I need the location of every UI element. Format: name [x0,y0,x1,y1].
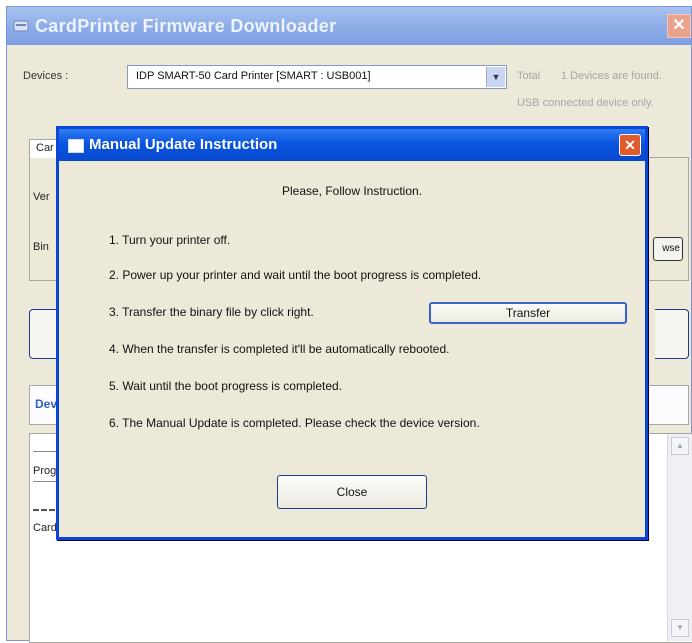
browse-button[interactable]: wse [653,237,683,261]
usb-note: USB connected device only. [517,97,654,109]
close-button[interactable]: Close [277,475,427,509]
chevron-down-icon[interactable]: ▼ [486,67,505,87]
instruction-step-3: 3. Transfer the binary file by click rig… [109,305,314,319]
log-scrollbar[interactable] [667,434,692,641]
devices-found-text: 1 Devices are found. [561,70,662,82]
binary-label: Bin [33,241,49,253]
dialog-title: Manual Update Instruction [89,136,278,153]
instruction-step-1: 1. Turn your printer off. [109,233,231,247]
devices-total-label: Total [517,70,541,82]
window-icon [68,139,84,153]
tab-device[interactable]: Dev [35,397,57,411]
main-close-button[interactable]: ✕ [667,14,691,38]
device-select[interactable]: IDP SMART-50 Card Printer [SMART : USB00… [127,65,507,89]
log-card-line: Card [33,522,57,534]
instruction-step-2: 2. Power up your printer and wait until … [109,268,482,282]
transfer-button[interactable]: Transfer [429,302,627,324]
instruction-step-5: 5. Wait until the boot progress is compl… [109,379,343,393]
app-icon [13,18,29,34]
instruction-step-4: 4. When the transfer is completed it'll … [109,342,450,356]
dialog-heading: Please, Follow Instruction. [281,184,423,198]
main-titlebar[interactable]: CardPrinter Firmware Downloader ✕ [7,7,691,45]
scroll-down-icon[interactable]: ▼ [671,619,689,637]
instruction-step-6: 6. The Manual Update is completed. Pleas… [109,416,480,430]
dialog-close-button[interactable]: ✕ [619,134,641,156]
download-button-right-edge[interactable] [655,309,689,359]
device-select-value: IDP SMART-50 Card Printer [SMART : USB00… [136,70,371,82]
main-window-title: CardPrinter Firmware Downloader [35,16,337,36]
devices-label: Devices : [23,70,69,82]
scroll-up-icon[interactable]: ▲ [671,437,689,455]
manual-update-dialog: Manual Update Instruction ✕ Please, Foll… [56,126,648,540]
dialog-titlebar[interactable]: Manual Update Instruction ✕ [59,129,645,161]
version-label: Ver [33,191,50,203]
log-progress-line: Prog [33,465,57,477]
